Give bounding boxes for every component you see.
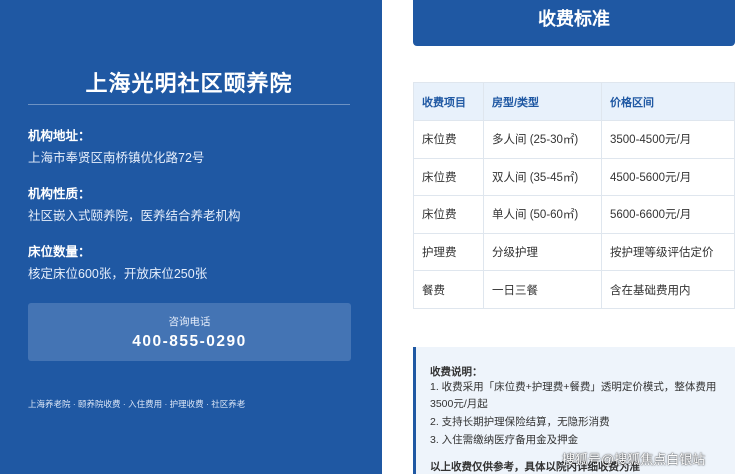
beds-value: 核定床位600张，开放床位250张 bbox=[28, 267, 208, 281]
beds-label: 床位数量： bbox=[28, 245, 91, 259]
fee-standard-header: 收费标准 bbox=[413, 0, 735, 46]
nature-value: 社区嵌入式颐养院，医养结合养老机构 bbox=[28, 209, 241, 223]
institution-name: 上海光明社区颐养院 bbox=[85, 71, 293, 96]
fee-price-cell: 按护理等级评估定价 bbox=[601, 232, 735, 272]
footer-tags: 上海养老院 · 颐养院收费 · 入住费用 · 护理收费 · 社区养老 bbox=[28, 399, 246, 409]
fee-type-cell: 分级护理 bbox=[483, 232, 602, 272]
fee-type-cell: 多人间 (25-30㎡) bbox=[483, 120, 602, 159]
fee-item-cell: 床位费 bbox=[413, 195, 484, 234]
column-header-type: 房型/类型 bbox=[483, 82, 602, 121]
fee-table: 收费项目 房型/类型 价格区间 床位费 多人间 (25-30㎡) 3500-45… bbox=[413, 82, 735, 309]
contact-phone-number[interactable]: 400-855-0290 bbox=[28, 333, 351, 351]
contact-phone-box[interactable]: 咨询电话 400-855-0290 bbox=[28, 303, 351, 361]
table-row: 餐费 一日三餐 含在基础费用内 bbox=[413, 270, 735, 309]
title-divider bbox=[28, 104, 350, 105]
column-header-price: 价格区间 bbox=[601, 82, 735, 121]
fee-item-cell: 床位费 bbox=[413, 157, 484, 197]
fee-item-cell: 餐费 bbox=[413, 270, 484, 309]
fee-type-cell: 单人间 (50-60㎡) bbox=[483, 195, 602, 234]
table-row: 护理费 分级护理 按护理等级评估定价 bbox=[413, 232, 735, 272]
notes-title: 收费说明： bbox=[430, 366, 483, 378]
column-header-item: 收费项目 bbox=[413, 82, 484, 121]
address-value: 上海市奉贤区南桥镇优化路72号 bbox=[28, 151, 205, 165]
fee-item-cell: 床位费 bbox=[413, 120, 484, 159]
fee-price-cell: 4500-5600元/月 bbox=[601, 157, 735, 197]
address-label: 机构地址： bbox=[28, 129, 91, 143]
note-line: 1. 收费采用「床位费+护理费+餐费」透明定价模式，整体费用3500元/月起 bbox=[430, 381, 717, 410]
note-line: 3. 入住需缴纳医疗备用金及押金 bbox=[430, 434, 579, 446]
fee-price-cell: 含在基础费用内 bbox=[601, 270, 735, 309]
fee-item-cell: 护理费 bbox=[413, 232, 484, 272]
note-line: 2. 支持长期护理保险结算，无隐形消费 bbox=[430, 416, 610, 428]
fee-type-cell: 双人间 (35-45㎡) bbox=[483, 157, 602, 197]
source-watermark: 搜狐号@搜狐焦点白银站 bbox=[562, 452, 706, 467]
institution-panel: 上海光明社区颐养院 机构地址： 上海市奉贤区南桥镇优化路72号 机构性质： 社区… bbox=[0, 0, 382, 474]
table-row: 床位费 单人间 (50-60㎡) 5600-6600元/月 bbox=[413, 195, 735, 234]
table-header-row: 收费项目 房型/类型 价格区间 bbox=[413, 82, 735, 121]
fee-price-cell: 3500-4500元/月 bbox=[601, 120, 735, 159]
table-row: 床位费 多人间 (25-30㎡) 3500-4500元/月 bbox=[413, 120, 735, 159]
fee-price-cell: 5600-6600元/月 bbox=[601, 195, 735, 234]
table-row: 床位费 双人间 (35-45㎡) 4500-5600元/月 bbox=[413, 157, 735, 197]
nature-label: 机构性质： bbox=[28, 187, 91, 201]
contact-label: 咨询电话 bbox=[168, 316, 211, 328]
fee-type-cell: 一日三餐 bbox=[483, 270, 602, 309]
